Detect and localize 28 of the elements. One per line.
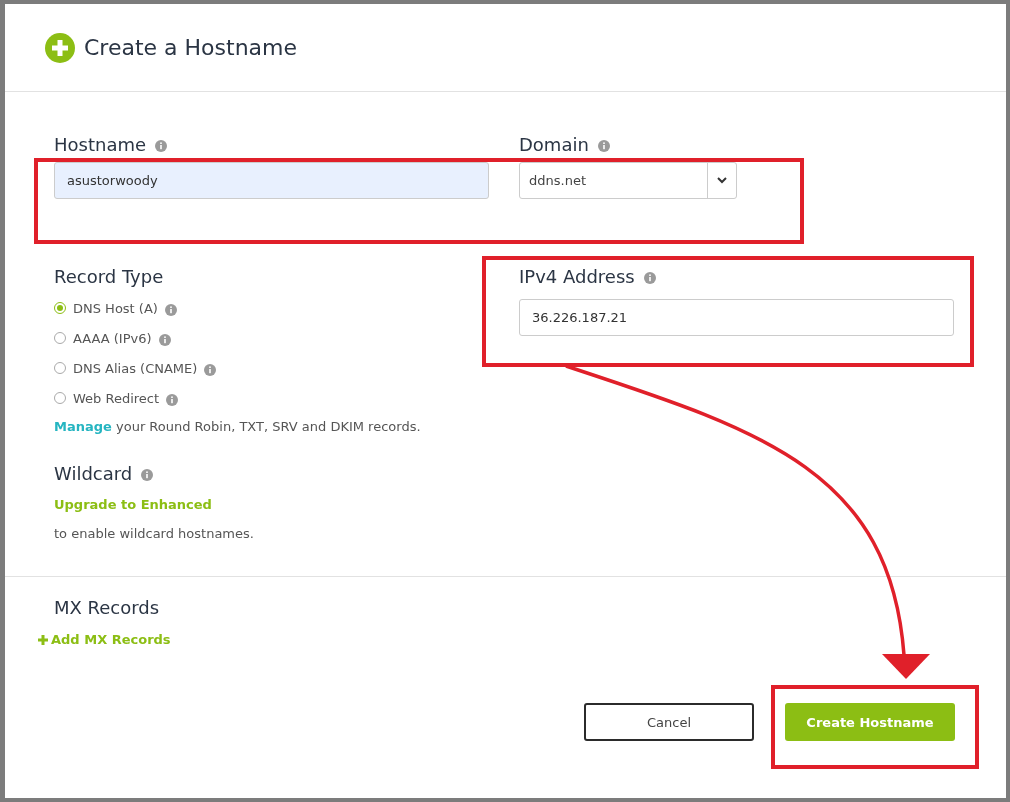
info-icon[interactable] bbox=[158, 333, 171, 346]
hostname-input[interactable]: asustorwoody bbox=[54, 162, 489, 199]
info-icon[interactable] bbox=[164, 303, 177, 316]
info-icon[interactable] bbox=[597, 139, 610, 152]
info-icon[interactable] bbox=[155, 139, 168, 152]
section-label: Record Type bbox=[54, 265, 164, 287]
field-label: Hostname bbox=[54, 133, 147, 155]
dialog-title: Create a Hostname bbox=[84, 35, 298, 60]
info-icon[interactable] bbox=[204, 363, 217, 376]
info-icon[interactable] bbox=[141, 468, 154, 481]
info-icon[interactable] bbox=[166, 393, 179, 406]
radio-label[interactable]: DNS Alias (CNAME) bbox=[73, 360, 198, 376]
field-label: Domain bbox=[519, 133, 589, 155]
manage-records-note: Manage your Round Robin, TXT, SRV and DKIM records. bbox=[54, 419, 422, 434]
chevron-down-icon bbox=[717, 177, 727, 184]
domain-select[interactable]: ddns.net bbox=[519, 162, 737, 199]
plus-circle-icon bbox=[45, 32, 75, 63]
plus-icon bbox=[38, 634, 48, 645]
info-icon[interactable] bbox=[643, 271, 656, 284]
radio-label[interactable]: DNS Host (A) bbox=[73, 300, 158, 316]
radio-label[interactable]: Web Redirect bbox=[73, 390, 160, 406]
section-label: MX Records bbox=[54, 596, 160, 618]
wildcard-note: to enable wildcard hostnames. bbox=[54, 526, 255, 541]
radio-label[interactable]: AAAA (IPv6) bbox=[73, 330, 152, 346]
section-label: Wildcard bbox=[54, 462, 133, 484]
ipv4-input[interactable]: 36.226.187.21 bbox=[519, 299, 954, 336]
field-label: IPv4 Address bbox=[519, 265, 635, 287]
cancel-button[interactable]: Cancel bbox=[584, 703, 754, 741]
